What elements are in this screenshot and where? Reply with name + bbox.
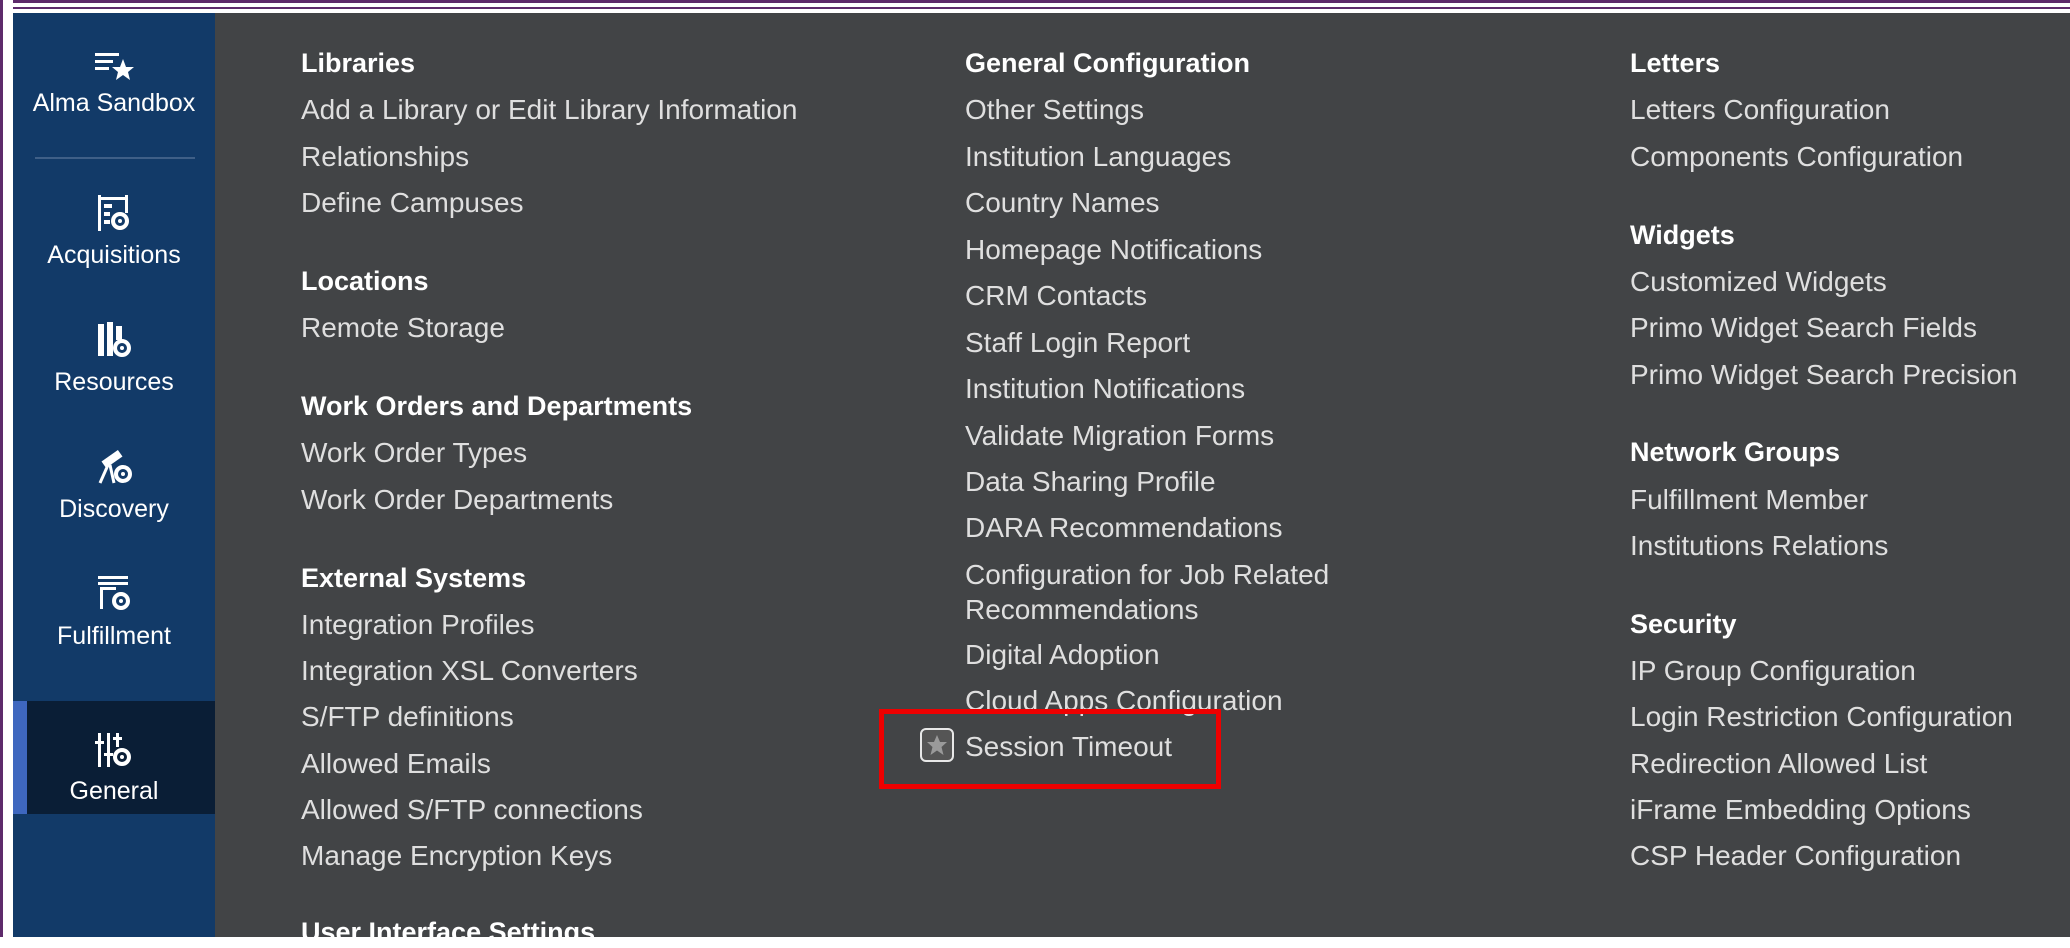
menu-link-redirection-allowed-list[interactable]: Redirection Allowed List — [1630, 746, 1927, 781]
sidebar-item-label: Alma Sandbox — [32, 89, 196, 117]
section-heading-locations: Locations — [301, 266, 429, 296]
resources-icon — [98, 322, 131, 357]
favorite-star-icon[interactable] — [920, 728, 954, 762]
sidebar-item-fulfillment[interactable]: Fulfillment — [13, 572, 215, 651]
sidebar-item-resources[interactable]: Resources — [13, 318, 215, 397]
menu-link-customized-widgets[interactable]: Customized Widgets — [1630, 264, 1887, 299]
menu-link-other-settings[interactable]: Other Settings — [965, 92, 1144, 127]
menu-link-primo-widget-search-precision[interactable]: Primo Widget Search Precision — [1630, 357, 2017, 392]
section-heading-letters: Letters — [1630, 48, 1721, 78]
sandbox-star-icon — [95, 53, 134, 80]
section-heading-security: Security — [1630, 609, 1737, 639]
menu-link-integration-xsl-converters[interactable]: Integration XSL Converters — [301, 653, 638, 688]
sidebar-item-discovery[interactable]: Discovery — [13, 445, 215, 524]
menu-link-country-names[interactable]: Country Names — [965, 185, 1160, 220]
menu-link-allowed-sftp-connections[interactable]: Allowed S/FTP connections — [301, 792, 643, 827]
menu-link-relationships[interactable]: Relationships — [301, 139, 469, 174]
menu-link-work-order-types[interactable]: Work Order Types — [301, 435, 527, 470]
menu-link-define-campuses[interactable]: Define Campuses — [301, 185, 524, 220]
menu-link-allowed-emails[interactable]: Allowed Emails — [301, 746, 491, 781]
sidebar-item-general[interactable]: General — [13, 701, 215, 814]
sidebar-item-label: General — [69, 777, 159, 805]
menu-link-login-restriction-configuration[interactable]: Login Restriction Configuration — [1630, 699, 2013, 734]
section-heading-network-groups: Network Groups — [1630, 437, 1841, 467]
menu-link-remote-storage[interactable]: Remote Storage — [301, 310, 505, 345]
sidebar-item-label: Fulfillment — [57, 622, 171, 650]
section-heading-work-orders: Work Orders and Departments — [301, 391, 693, 421]
window-top-border — [0, 0, 2070, 13]
menu-link-dara-recommendations[interactable]: DARA Recommendations — [965, 510, 1282, 545]
menu-link-ip-group-configuration[interactable]: IP Group Configuration — [1630, 653, 1916, 688]
menu-link-manage-encryption-keys[interactable]: Manage Encryption Keys — [301, 838, 612, 873]
menu-link-staff-login-report[interactable]: Staff Login Report — [965, 325, 1190, 360]
sidebar-item-label: Acquisitions — [47, 241, 181, 269]
menu-link-letters-configuration[interactable]: Letters Configuration — [1630, 92, 1890, 127]
sidebar-item-label: Resources — [54, 368, 174, 396]
discovery-icon — [98, 449, 132, 484]
sidebar-item-acquisitions[interactable]: Acquisitions — [13, 191, 215, 270]
section-heading-widgets: Widgets — [1630, 220, 1735, 250]
menu-link-data-sharing-profile[interactable]: Data Sharing Profile — [965, 464, 1216, 499]
general-icon — [95, 733, 131, 767]
sidebar: Alma Sandbox Acquisitions Resources Disc… — [13, 13, 215, 937]
sidebar-item-alma-sandbox[interactable]: Alma Sandbox — [13, 49, 215, 118]
section-heading-external-systems: External Systems — [301, 563, 527, 593]
section-heading-libraries: Libraries — [301, 48, 416, 78]
section-heading-general-configuration: General Configuration — [965, 48, 1251, 78]
menu-link-institution-notifications[interactable]: Institution Notifications — [965, 371, 1245, 406]
menu-link-sftp-definitions[interactable]: S/FTP definitions — [301, 699, 514, 734]
window-left-border — [0, 0, 13, 937]
menu-link-validate-migration-forms[interactable]: Validate Migration Forms — [965, 418, 1274, 453]
menu-link-institution-languages[interactable]: Institution Languages — [965, 139, 1231, 174]
menu-link-components-configuration[interactable]: Components Configuration — [1630, 139, 1963, 174]
menu-link-institutions-relations[interactable]: Institutions Relations — [1630, 528, 1888, 563]
menu-link-csp-header-configuration[interactable]: CSP Header Configuration — [1630, 838, 1961, 873]
menu-link-integration-profiles[interactable]: Integration Profiles — [301, 607, 534, 642]
acquisitions-icon — [98, 195, 129, 231]
section-heading-user-interface-settings: User Interface Settings — [301, 917, 596, 947]
sidebar-divider — [35, 157, 195, 159]
menu-link-add-library[interactable]: Add a Library or Edit Library Informatio… — [301, 92, 797, 127]
sidebar-item-label: Discovery — [59, 495, 169, 523]
menu-link-iframe-embedding-options[interactable]: iFrame Embedding Options — [1630, 792, 1971, 827]
menu-link-primo-widget-search-fields[interactable]: Primo Widget Search Fields — [1630, 310, 1977, 345]
menu-link-fulfillment-member[interactable]: Fulfillment Member — [1630, 482, 1868, 517]
menu-link-job-related-recommendations[interactable]: Configuration for Job Related Recommenda… — [965, 557, 1385, 627]
menu-link-digital-adoption[interactable]: Digital Adoption — [965, 637, 1160, 672]
general-configuration-menu: Libraries Add a Library or Edit Library … — [215, 13, 2070, 947]
fulfillment-icon — [98, 576, 130, 610]
menu-link-homepage-notifications[interactable]: Homepage Notifications — [965, 232, 1262, 267]
menu-link-work-order-departments[interactable]: Work Order Departments — [301, 482, 613, 517]
menu-link-crm-contacts[interactable]: CRM Contacts — [965, 278, 1147, 313]
